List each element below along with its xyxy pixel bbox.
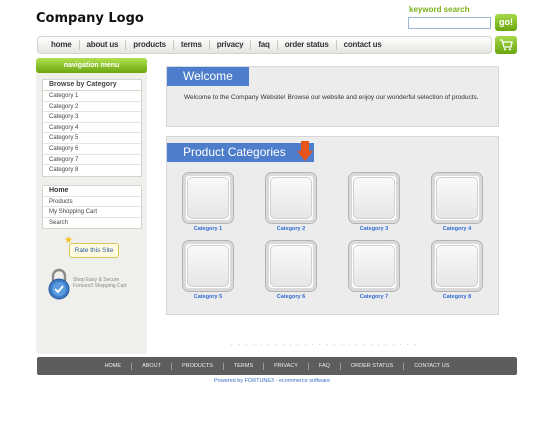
dotted-divider: . . . . . . . . . . . . . . . . . . . . …: [231, 341, 419, 347]
nav-home[interactable]: home: [44, 40, 80, 50]
sidebar-link-search[interactable]: Search: [43, 218, 141, 229]
top-navigation: home about us products terms privacy faq…: [37, 36, 492, 54]
sidebar-category-4[interactable]: Category 4: [43, 123, 141, 134]
shopping-cart-icon: [500, 39, 513, 51]
powered-by-link[interactable]: Powered by FORTUNE3 - ecommerce software: [214, 378, 330, 384]
footer-order-status[interactable]: ORDER STATUS: [341, 362, 405, 370]
secure-line-2: Fortune3 Shopping Cart: [73, 283, 127, 289]
category-tile-label-2[interactable]: Category 2: [265, 226, 317, 232]
sidebar-category-5[interactable]: Category 5: [43, 133, 141, 144]
welcome-text: Welcome to the Company Website! Browse o…: [184, 94, 479, 101]
category-tile-3[interactable]: [348, 172, 400, 224]
category-tile-2[interactable]: [265, 172, 317, 224]
browse-by-category-heading: Browse by Category: [43, 80, 141, 91]
browse-by-category-box: Browse by Category Category 1 Category 2…: [42, 79, 142, 177]
nav-order-status[interactable]: order status: [278, 40, 337, 50]
sidebar-category-6[interactable]: Category 6: [43, 144, 141, 155]
nav-terms[interactable]: terms: [174, 40, 210, 50]
footer-privacy[interactable]: PRIVACY: [264, 362, 309, 370]
category-tile-label-1[interactable]: Category 1: [182, 226, 234, 232]
nav-about-us[interactable]: about us: [80, 40, 127, 50]
category-tile-4[interactable]: [431, 172, 483, 224]
sidebar-link-shopping-cart[interactable]: My Shopping Cart: [43, 207, 141, 218]
category-tile-label-3[interactable]: Category 3: [348, 226, 400, 232]
footer-contact-us[interactable]: CONTACT US: [404, 363, 459, 370]
sidebar-category-1[interactable]: Category 1: [43, 91, 141, 102]
product-categories-heading: Product Categories: [167, 143, 314, 162]
star-icon: ★: [64, 235, 73, 246]
sidebar-category-3[interactable]: Category 3: [43, 112, 141, 123]
sidebar-links-box: Home Products My Shopping Cart Search: [42, 185, 142, 230]
secure-shopping-text: Shop Easy & Secure Fortune3 Shopping Car…: [73, 277, 143, 289]
nav-products[interactable]: products: [126, 40, 174, 50]
footer-about[interactable]: ABOUT: [132, 362, 173, 370]
sidebar-category-8[interactable]: Category 8: [43, 165, 141, 176]
keyword-search-label: keyword search: [409, 5, 470, 14]
go-search-button[interactable]: go!: [495, 14, 517, 31]
footer-home[interactable]: HOME: [95, 362, 133, 370]
category-tile-8[interactable]: [431, 240, 483, 292]
welcome-heading: Welcome: [167, 67, 249, 86]
sidebar-link-products[interactable]: Products: [43, 197, 141, 208]
down-arrow-icon: [297, 141, 313, 161]
nav-contact-us[interactable]: contact us: [337, 40, 389, 50]
nav-faq[interactable]: faq: [251, 40, 278, 50]
category-tile-label-4[interactable]: Category 4: [431, 226, 483, 232]
category-tile-1[interactable]: [182, 172, 234, 224]
footer-products[interactable]: PRODUCTS: [172, 362, 224, 370]
category-tile-label-8[interactable]: Category 8: [431, 294, 483, 300]
secure-lock-icon: [48, 268, 70, 300]
rate-this-site-button[interactable]: Rate this Site: [69, 243, 119, 258]
nav-privacy[interactable]: privacy: [210, 40, 252, 50]
footer-faq[interactable]: FAQ: [309, 362, 341, 370]
category-tile-6[interactable]: [265, 240, 317, 292]
company-logo[interactable]: Company Logo: [36, 11, 144, 26]
category-tile-7[interactable]: [348, 240, 400, 292]
category-tile-label-6[interactable]: Category 6: [265, 294, 317, 300]
footer-terms[interactable]: TERMS: [224, 362, 265, 370]
category-tile-label-5[interactable]: Category 5: [182, 294, 234, 300]
navigation-menu-header: navigation menu: [36, 58, 147, 73]
shopping-cart-button[interactable]: [495, 36, 517, 54]
sidebar-link-home[interactable]: Home: [43, 186, 141, 197]
sidebar-category-7[interactable]: Category 7: [43, 155, 141, 166]
keyword-search-input[interactable]: [408, 17, 491, 29]
category-tile-label-7[interactable]: Category 7: [348, 294, 400, 300]
footer-navigation: HOME ABOUT PRODUCTS TERMS PRIVACY FAQ OR…: [37, 357, 517, 375]
category-tile-5[interactable]: [182, 240, 234, 292]
sidebar-category-2[interactable]: Category 2: [43, 102, 141, 113]
